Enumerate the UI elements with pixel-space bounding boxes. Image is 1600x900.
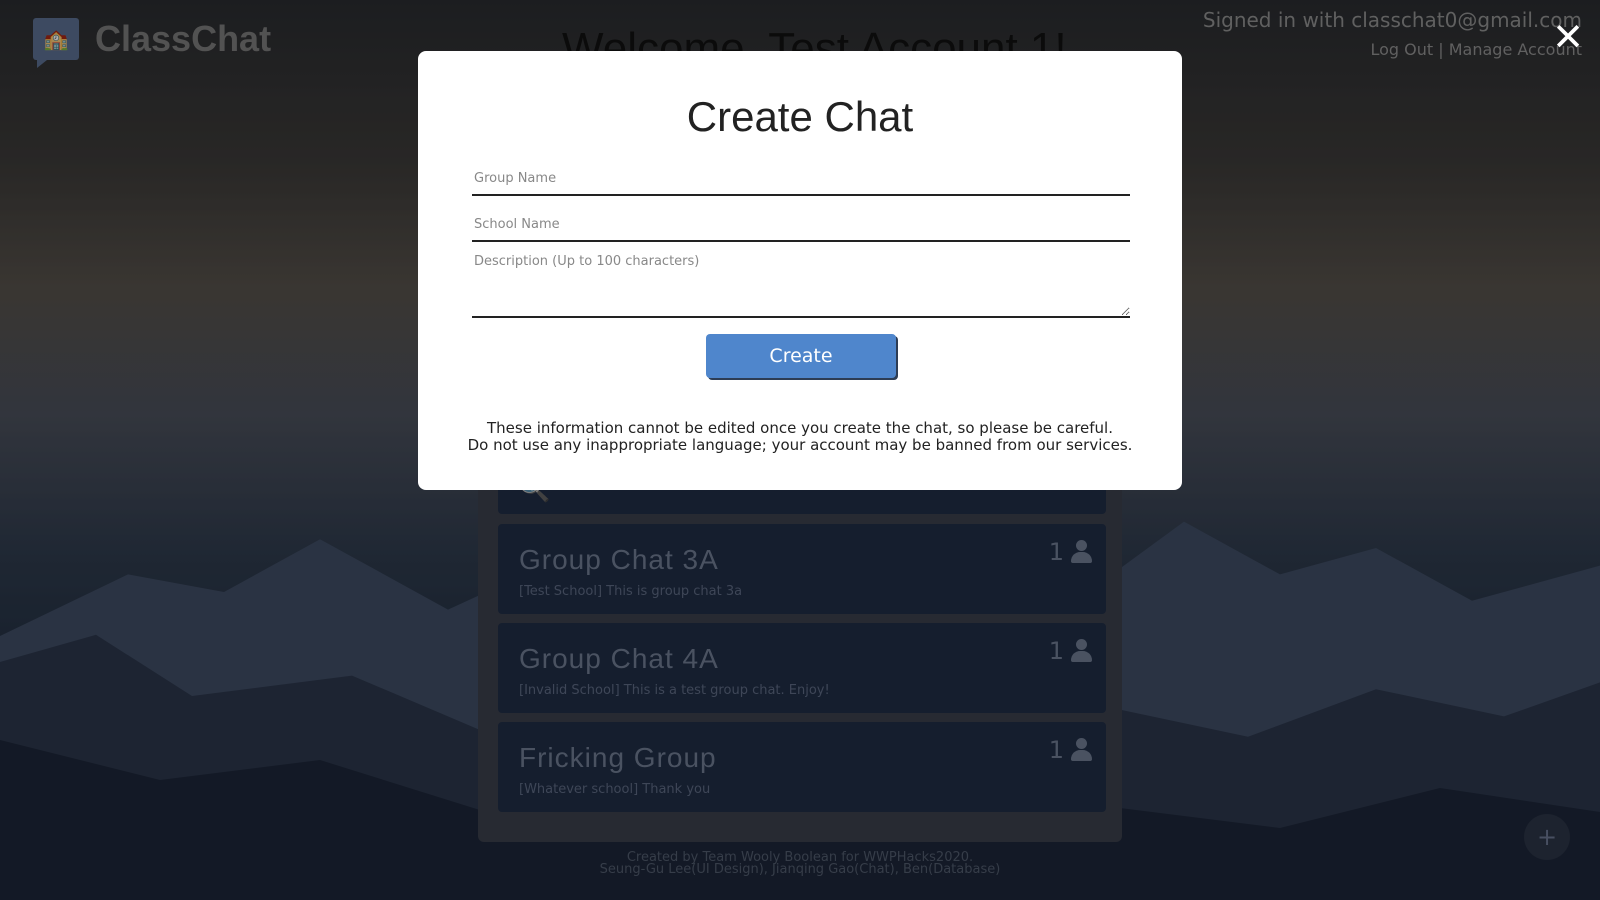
close-icon[interactable]: ✕ (1552, 18, 1584, 56)
description-textarea[interactable] (472, 254, 1130, 318)
modal-title: Create Chat (686, 93, 914, 140)
notice-line-1: These information cannot be edited once … (487, 419, 1113, 437)
notice-line-2: Do not use any inappropriate language; y… (467, 436, 1133, 454)
create-button[interactable]: Create (706, 334, 896, 378)
notice-text: These information cannot be edited once … (418, 420, 1182, 454)
group-name-input[interactable] (472, 168, 1130, 196)
school-name-input[interactable] (472, 214, 1130, 242)
create-chat-modal: Create Chat Create These information can… (418, 51, 1182, 490)
